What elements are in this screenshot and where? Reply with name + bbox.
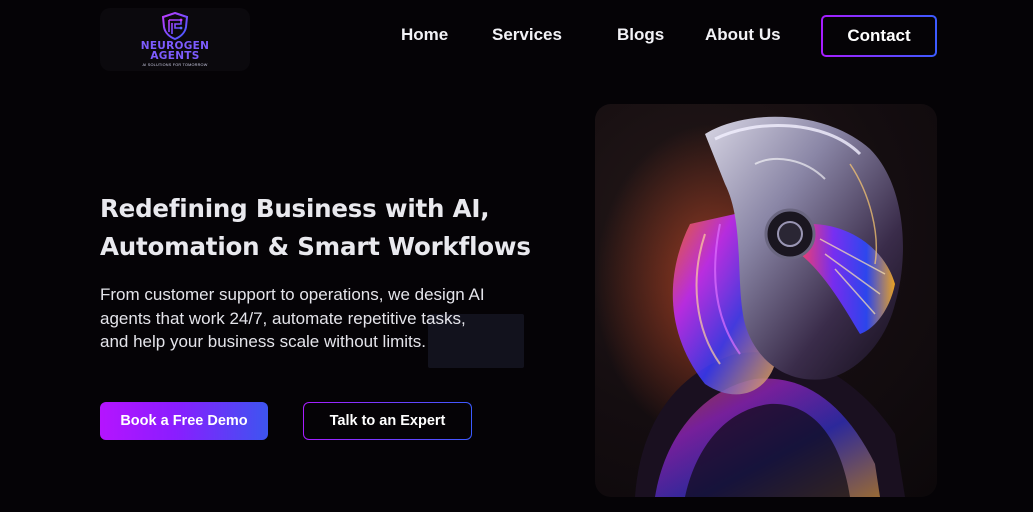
hero-description: From customer support to operations, we …: [100, 285, 485, 351]
brand-name: NEUROGEN AGENTS: [140, 40, 210, 62]
shield-brain-icon: [161, 12, 189, 40]
book-demo-button[interactable]: Book a Free Demo: [100, 402, 268, 440]
robot-helmet-illustration: [595, 116, 905, 497]
talk-to-expert-button[interactable]: Talk to an Expert: [303, 402, 472, 440]
hero-robot-image: [595, 104, 937, 497]
contact-button[interactable]: Contact: [821, 15, 937, 57]
hero-title-line-1: Redefining Business with AI,: [100, 194, 490, 223]
brand-logo[interactable]: NEUROGEN AGENTS AI SOLUTIONS FOR TOMORRO…: [100, 8, 250, 71]
nav-home[interactable]: Home: [401, 24, 448, 46]
nav-about-us[interactable]: About Us: [705, 24, 781, 46]
hero-title: Redefining Business with AI, Automation …: [100, 190, 570, 266]
hero-title-line-2: Automation & Smart Workflows: [100, 232, 531, 261]
nav-services[interactable]: Services: [492, 24, 562, 46]
nav-blogs[interactable]: Blogs: [617, 24, 664, 46]
brand-tagline: AI SOLUTIONS FOR TOMORROW: [142, 63, 208, 67]
